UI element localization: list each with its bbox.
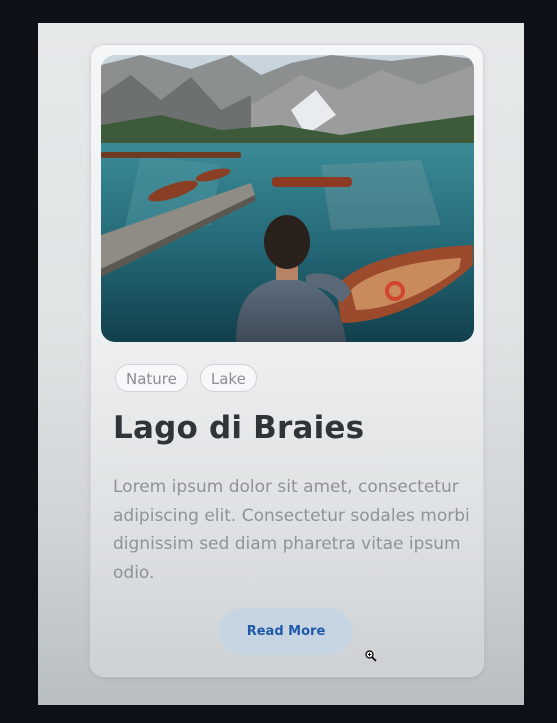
card-title: Lago di Braies: [113, 410, 365, 446]
content-area: Nature Lake Lago di Braies Lorem ipsum d…: [38, 23, 524, 705]
zoom-in-cursor-icon: [365, 650, 377, 662]
read-more-button[interactable]: Read More: [219, 608, 353, 655]
lake-photo: [101, 55, 474, 342]
card-description: Lorem ipsum dolor sit amet, consectetur …: [113, 477, 470, 583]
place-card: Nature Lake Lago di Braies Lorem ipsum d…: [90, 44, 484, 677]
tag-nature[interactable]: Nature: [115, 364, 188, 392]
tag-lake[interactable]: Lake: [199, 364, 257, 392]
tag-list: Nature Lake: [115, 364, 257, 392]
